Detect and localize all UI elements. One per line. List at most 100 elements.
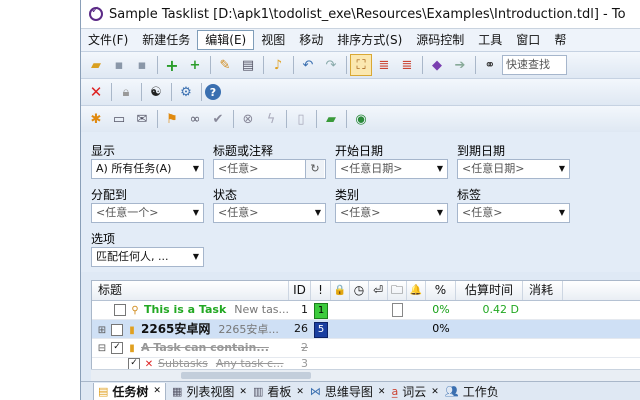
- priority-badge: 1: [314, 303, 328, 319]
- options-combo[interactable]: 匹配任何人, ... ▼: [91, 247, 204, 267]
- col-percent[interactable]: %: [426, 281, 456, 300]
- task-checkbox[interactable]: [111, 324, 123, 336]
- task-checkbox[interactable]: [114, 304, 126, 316]
- due-date-combo[interactable]: <任意日期> ▼: [457, 159, 570, 179]
- title-filter-input[interactable]: <任意> ↻: [213, 159, 326, 179]
- col-reminder[interactable]: 🔔: [407, 281, 426, 300]
- move-right-icon[interactable]: ➔: [449, 54, 471, 76]
- settings-gear-icon[interactable]: ⚙: [175, 81, 197, 103]
- money-icon[interactable]: ▰: [320, 108, 342, 130]
- toolbar-secondary: ✕ 🔒︎ ☯ ⚙ ?: [81, 79, 640, 106]
- menu-sort[interactable]: 排序方式(S): [330, 29, 409, 51]
- link-icon[interactable]: ∞: [184, 108, 206, 130]
- menu-new-task[interactable]: 新建任务: [135, 29, 197, 51]
- menu-edit[interactable]: 编辑(E): [197, 30, 255, 50]
- category-combo[interactable]: <任意> ▼: [335, 203, 448, 223]
- print-icon[interactable]: ▭: [108, 108, 130, 130]
- maximize-view-icon[interactable]: ⛶: [350, 54, 372, 76]
- move-left-icon[interactable]: ◆: [426, 54, 448, 76]
- redo-icon[interactable]: ↷: [320, 54, 342, 76]
- tab-list-view[interactable]: ▦ 列表视图 ✕: [172, 383, 247, 400]
- move-down-icon[interactable]: ≣: [396, 54, 418, 76]
- tab-label: 列表视图: [186, 385, 235, 399]
- move-up-icon[interactable]: ≣: [373, 54, 395, 76]
- status-combo[interactable]: <任意> ▼: [213, 203, 326, 223]
- table-row[interactable]: ⚲ This is a Task New tas... 1 1 0% 0.42 D: [92, 301, 640, 320]
- tab-label: 思维导图: [324, 385, 373, 399]
- tab-label: 词云: [402, 385, 427, 399]
- table-row[interactable]: ⊞ ▮ 2265安卓网 2265安卓... 26 5 0%: [92, 320, 640, 339]
- delete-icon[interactable]: ✕: [85, 81, 107, 103]
- col-file[interactable]: 🗀: [388, 281, 407, 300]
- expand-plus-icon[interactable]: ⊞: [96, 322, 108, 338]
- col-id[interactable]: ID: [289, 281, 311, 300]
- show-filter-combo[interactable]: A) 所有任务(A) ▼: [91, 159, 204, 179]
- tab-kanban[interactable]: ▥ 看板 ✕: [253, 383, 304, 400]
- quick-find-input[interactable]: 快速查找: [502, 55, 567, 75]
- save-all-icon[interactable]: ▪: [131, 54, 153, 76]
- menu-window[interactable]: 窗口: [509, 29, 547, 51]
- tags-combo[interactable]: <任意> ▼: [457, 203, 570, 223]
- col-title[interactable]: 标题: [92, 281, 289, 300]
- undo-icon[interactable]: ↶: [297, 54, 319, 76]
- new-subtask-icon[interactable]: +: [184, 54, 206, 76]
- col-dependency[interactable]: ⏎: [369, 281, 388, 300]
- task-percent: 0%: [432, 322, 450, 335]
- open-folder-icon[interactable]: ▰: [85, 54, 107, 76]
- start-date-combo[interactable]: <任意日期> ▼: [335, 159, 448, 179]
- folder-icon: ▮: [129, 343, 135, 354]
- new-task-icon[interactable]: +: [161, 54, 183, 76]
- assigned-to-combo[interactable]: <任意一个> ▼: [91, 203, 204, 223]
- menu-source-control[interactable]: 源码控制: [409, 29, 471, 51]
- email-icon[interactable]: ✉: [131, 108, 153, 130]
- scrollbar-thumb[interactable]: [181, 372, 311, 379]
- col-lock[interactable]: 🔒: [331, 281, 350, 300]
- title-filter-value: <任意>: [218, 162, 259, 175]
- tab-workload[interactable]: 👥︎ 工作负: [445, 383, 499, 400]
- toolbar-tertiary: ✱ ▭ ✉ ⚑ ∞ ✔ ⊗ ϟ ▯ ▰ ◉: [81, 106, 640, 133]
- tab-mind-map[interactable]: ⋈ 思维导图 ✕: [310, 383, 386, 400]
- tags-label: 标签: [457, 188, 482, 202]
- menu-file[interactable]: 文件(F): [81, 29, 135, 51]
- tab-task-tree[interactable]: ▤ 任务树 ✕: [93, 382, 166, 400]
- close-icon[interactable]: ✕: [239, 387, 247, 397]
- reminder-bell-icon[interactable]: ♪: [267, 54, 289, 76]
- edit-pencil-icon[interactable]: ✎: [214, 54, 236, 76]
- menu-view[interactable]: 视图: [254, 29, 292, 51]
- category-label: 类别: [335, 188, 360, 202]
- script-icon[interactable]: ▯: [290, 108, 312, 130]
- col-spent[interactable]: 消耗: [523, 281, 563, 300]
- flag-icon[interactable]: ⚑: [161, 108, 183, 130]
- col-estimate[interactable]: 估算时间: [456, 281, 523, 300]
- toolbar-main: ▰ ▪ ▪ + + ✎ ▤ ♪ ↶ ↷ ⛶ ≣ ≣ ◆ ➔ ⚭ 快速查找: [81, 52, 640, 79]
- help-icon[interactable]: ?: [205, 84, 221, 100]
- menu-move[interactable]: 移动: [292, 29, 330, 51]
- refresh-icon[interactable]: ↻: [305, 160, 324, 178]
- find-binoculars-icon[interactable]: ⚭: [479, 54, 501, 76]
- cleanup-icon[interactable]: ✔: [207, 108, 229, 130]
- close-icon[interactable]: ✕: [153, 386, 161, 396]
- preferences-icon[interactable]: ✱: [85, 108, 107, 130]
- comments-icon[interactable]: ▤: [237, 54, 259, 76]
- collapse-minus-icon[interactable]: ⊟: [96, 340, 108, 357]
- col-priority[interactable]: !: [311, 281, 331, 300]
- lock-icon[interactable]: 🔒︎: [115, 81, 137, 103]
- chevron-down-icon: ▼: [436, 208, 443, 217]
- stop-icon[interactable]: ⊗: [237, 108, 259, 130]
- close-icon[interactable]: ✕: [431, 387, 439, 397]
- task-checkbox-checked[interactable]: ✓: [111, 342, 123, 354]
- folder-icon: ▮: [129, 325, 135, 336]
- close-icon[interactable]: ✕: [378, 387, 386, 397]
- lightning-icon[interactable]: ϟ: [260, 108, 282, 130]
- web-update-icon[interactable]: ◉: [350, 108, 372, 130]
- save-icon[interactable]: ▪: [108, 54, 130, 76]
- yin-yang-icon[interactable]: ☯: [145, 81, 167, 103]
- tab-word-cloud[interactable]: a̲ 词云 ✕: [391, 383, 438, 400]
- horizontal-scrollbar[interactable]: [91, 369, 640, 381]
- menu-help[interactable]: 帮: [547, 29, 573, 51]
- view-tab-bar: ▤ 任务树 ✕ ▦ 列表视图 ✕ ▥ 看板 ✕ ⋈ 思维导图 ✕ a̲ 词云 ✕ 👥︎ 工作负: [81, 381, 640, 400]
- close-icon[interactable]: ✕: [296, 387, 304, 397]
- col-clock[interactable]: ◷: [350, 281, 369, 300]
- menu-tools[interactable]: 工具: [471, 29, 509, 51]
- table-row[interactable]: ⊟ ✓ ▮ A Task can contain... 2: [92, 339, 640, 358]
